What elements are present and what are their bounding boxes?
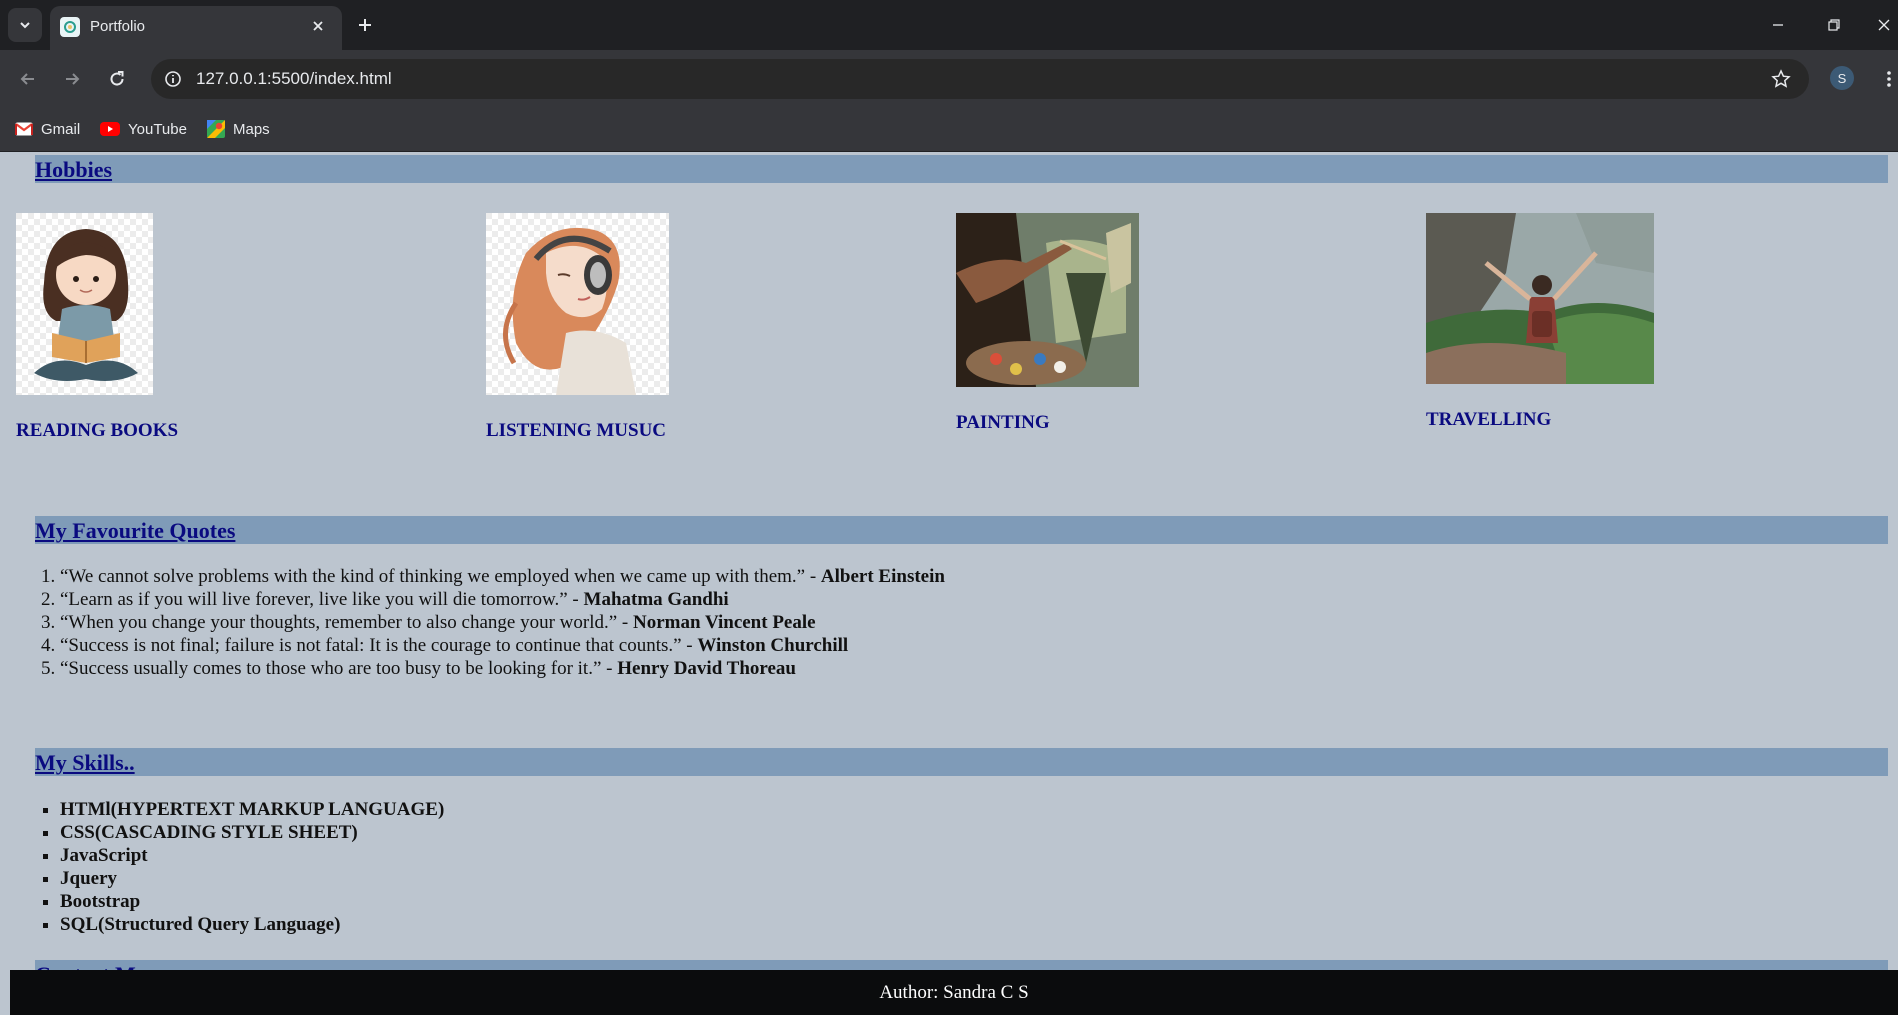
bookmark-maps[interactable]: Maps <box>207 118 270 140</box>
bookmark-label: YouTube <box>128 120 187 138</box>
list-item: Jquery <box>60 867 444 890</box>
skills-heading[interactable]: My Skills.. <box>35 750 135 776</box>
portfolio-favicon-icon <box>60 17 80 37</box>
forward-button[interactable] <box>56 63 88 95</box>
quote-author: Winston Churchill <box>697 635 849 656</box>
profile-avatar[interactable]: S <box>1830 66 1854 90</box>
gmail-icon <box>15 122 33 136</box>
list-item: “When you change your thoughts, remember… <box>60 611 945 634</box>
new-tab-button[interactable] <box>350 10 380 40</box>
painting-image <box>956 213 1139 387</box>
restore-button[interactable] <box>1814 10 1854 40</box>
quotes-heading[interactable]: My Favourite Quotes <box>35 518 235 544</box>
hobby-label: LISTENING MUSUC <box>486 420 667 441</box>
hobby-label: PAINTING <box>956 412 1050 433</box>
quotes-list: “We cannot solve problems with the kind … <box>35 565 945 680</box>
close-tab-button[interactable] <box>306 14 330 38</box>
bookmark-label: Maps <box>233 120 270 138</box>
reload-button[interactable] <box>101 63 133 95</box>
youtube-icon <box>100 122 120 136</box>
menu-dots-icon[interactable] <box>1880 63 1898 95</box>
tab-title: Portfolio <box>90 18 146 35</box>
quotes-section-header: My Favourite Quotes <box>35 516 1888 544</box>
site-info-icon[interactable] <box>161 67 185 91</box>
music-girl-image <box>486 213 669 395</box>
quote-text: “When you change your thoughts, remember… <box>60 612 633 633</box>
quote-author: Mahatma Gandhi <box>583 589 729 610</box>
chevron-down-icon <box>20 22 30 29</box>
quote-text: “Success is not final; failure is not fa… <box>60 635 698 656</box>
active-tab[interactable]: Portfolio <box>50 6 342 50</box>
bookmark-gmail[interactable]: Gmail <box>15 118 80 140</box>
close-window-button[interactable] <box>1870 10 1898 40</box>
bookmark-label: Gmail <box>41 120 81 138</box>
restore-icon <box>1828 19 1840 31</box>
quote-text: “Learn as if you will live forever, live… <box>60 589 584 610</box>
hobby-label: READING BOOKS <box>16 420 179 441</box>
list-item: JavaScript <box>60 844 444 867</box>
tab-strip: Portfolio <box>0 0 1898 50</box>
close-icon <box>1878 19 1890 31</box>
hobbies-section-header: Hobbies <box>35 155 1888 183</box>
travelling-image <box>1426 213 1654 384</box>
list-item: CSS(CASCADING STYLE SHEET) <box>60 821 444 844</box>
back-button[interactable] <box>12 63 44 95</box>
list-item: “We cannot solve problems with the kind … <box>60 565 945 588</box>
tab-search-button[interactable] <box>8 8 42 42</box>
list-item: “Success usually comes to those who are … <box>60 657 945 680</box>
plus-icon <box>359 19 371 31</box>
list-item: SQL(Structured Query Language) <box>60 913 444 936</box>
bookmark-youtube[interactable]: YouTube <box>100 118 187 140</box>
list-item: “Success is not final; failure is not fa… <box>60 634 945 657</box>
url-text[interactable]: 127.0.0.1:5500/index.html <box>196 69 392 89</box>
hobbies-heading[interactable]: Hobbies <box>35 157 112 183</box>
quote-text: “Success usually comes to those who are … <box>60 658 618 679</box>
bookmark-star-icon[interactable] <box>1769 67 1793 91</box>
skills-list: HTMl(HYPERTEXT MARKUP LANGUAGE) CSS(CASC… <box>35 798 444 936</box>
quote-author: Henry David Thoreau <box>617 658 796 679</box>
arrow-left-icon <box>20 73 34 85</box>
browser-toolbar: 127.0.0.1:5500/index.html S <box>0 50 1898 108</box>
page-footer: Author: Sandra C S <box>10 970 1898 1015</box>
skills-section-header: My Skills.. <box>35 748 1888 776</box>
address-bar[interactable]: 127.0.0.1:5500/index.html <box>151 59 1809 99</box>
list-item: Bootstrap <box>60 890 444 913</box>
quote-text: “We cannot solve problems with the kind … <box>60 566 821 587</box>
arrow-right-icon <box>66 73 80 85</box>
reload-icon <box>110 71 124 86</box>
close-icon <box>313 21 323 31</box>
bookmarks-bar: Gmail YouTube Maps <box>0 108 1898 152</box>
reading-girl-image <box>16 213 153 395</box>
maps-icon <box>207 120 225 138</box>
quote-author: Norman Vincent Peale <box>633 612 816 633</box>
list-item: “Learn as if you will live forever, live… <box>60 588 945 611</box>
quote-author: Albert Einstein <box>820 566 945 587</box>
hobby-label: TRAVELLING <box>1426 409 1552 430</box>
minimize-button[interactable] <box>1758 10 1798 40</box>
minimize-icon <box>1773 24 1783 26</box>
list-item: HTMl(HYPERTEXT MARKUP LANGUAGE) <box>60 798 444 821</box>
